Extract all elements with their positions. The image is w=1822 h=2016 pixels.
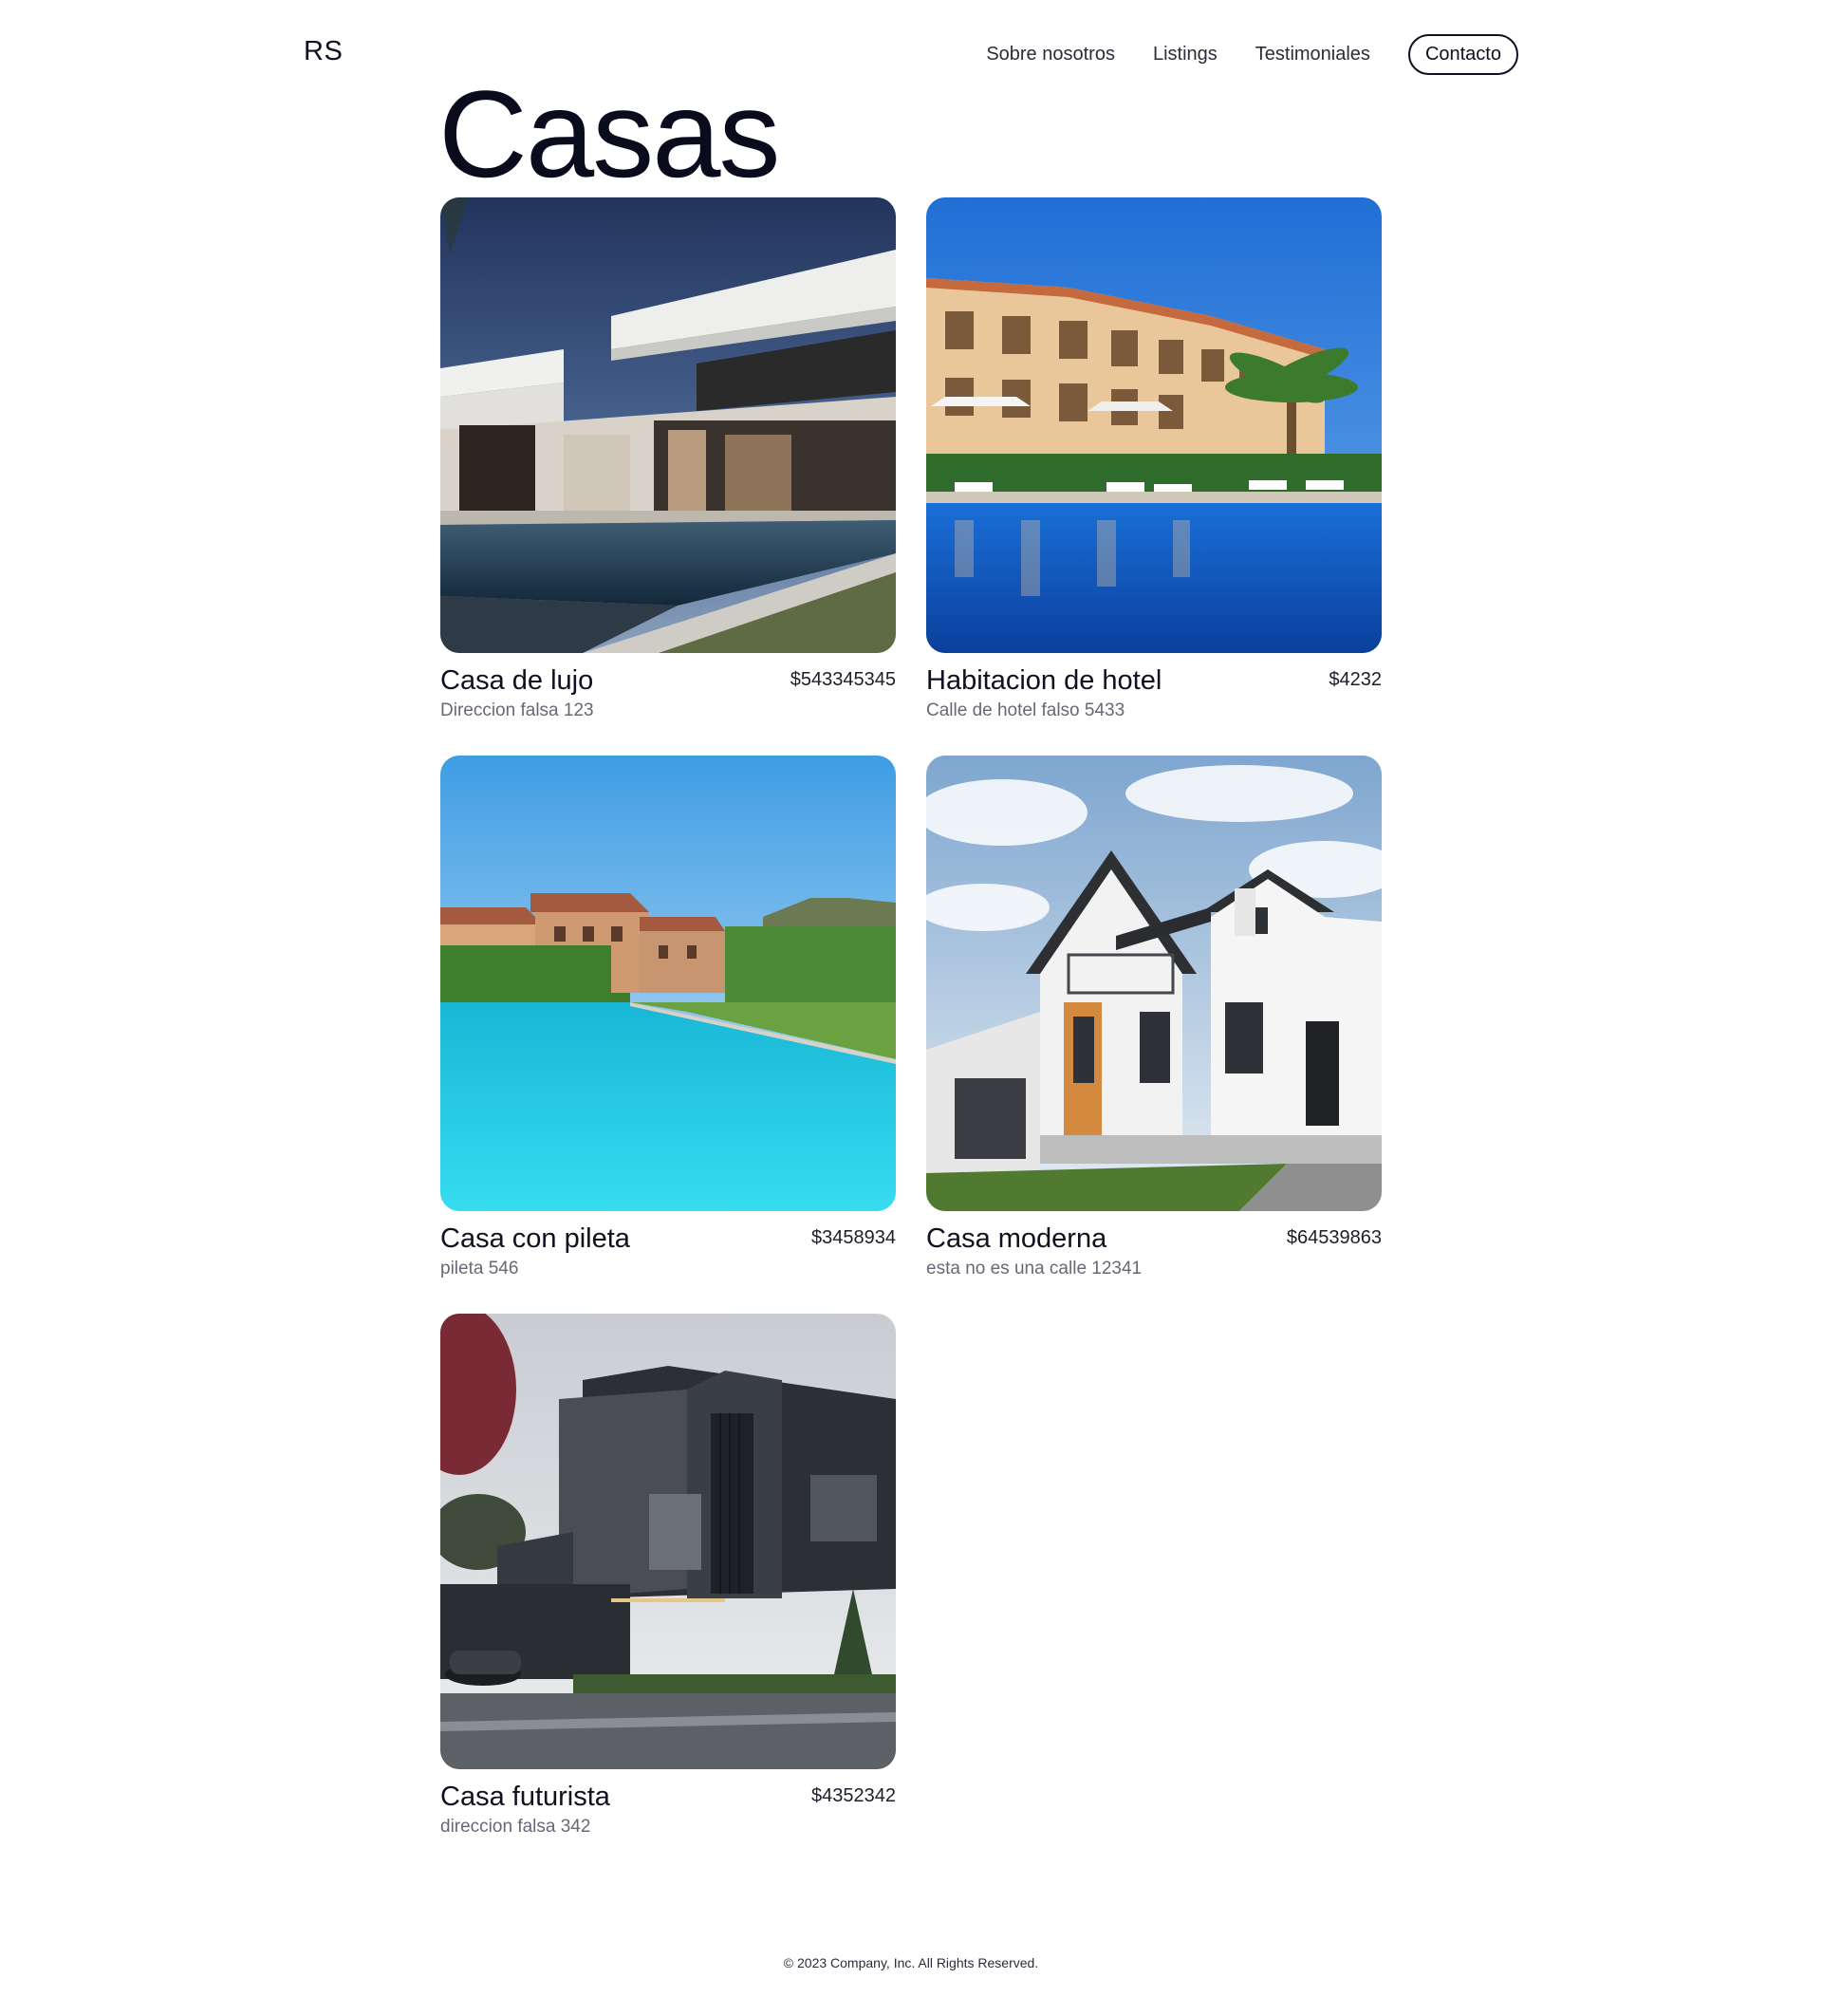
listing-address: pileta 546 — [440, 1258, 519, 1279]
listing-price: $543345345 — [790, 669, 896, 690]
site-footer: © 2023 Company, Inc. All Rights Reserved… — [0, 1955, 1822, 1970]
listing-price: $3458934 — [811, 1227, 896, 1248]
copyright-text: © 2023 Company, Inc. All Rights Reserved… — [783, 1955, 1039, 1970]
listing-image-luxury-villa[interactable] — [440, 197, 896, 653]
nav-link-testimoniales[interactable]: Testimoniales — [1255, 44, 1370, 65]
nav-link-sobre-nosotros[interactable]: Sobre nosotros — [986, 44, 1115, 65]
listing-header: Habitacion de hotel $4232 — [926, 665, 1382, 697]
listing-header: Casa futurista $4352342 — [440, 1782, 896, 1813]
listing-image-villa-pool[interactable] — [440, 756, 896, 1211]
listing-address: Direccion falsa 123 — [440, 700, 594, 720]
page-title: Casas — [438, 65, 780, 203]
listings-grid: Casa de lujo $543345345 Direccion falsa … — [440, 197, 1382, 1872]
listing-image-futuristic-house[interactable] — [440, 1314, 896, 1769]
listing-header: Casa moderna $64539863 — [926, 1223, 1382, 1255]
site-header: RS Sobre nosotros Listings Testimoniales… — [0, 0, 1822, 104]
listing-title: Casa futurista — [440, 1782, 610, 1812]
listing-address: Calle de hotel falso 5433 — [926, 700, 1125, 720]
listing-price: $64539863 — [1286, 1227, 1382, 1248]
listing-title: Casa de lujo — [440, 665, 594, 696]
listing-header: Casa de lujo $543345345 — [440, 665, 896, 697]
listing-card[interactable]: Casa futurista $4352342 direccion falsa … — [440, 1314, 896, 1872]
listing-title: Casa con pileta — [440, 1223, 630, 1254]
listing-card[interactable]: Casa moderna $64539863 esta no es una ca… — [926, 756, 1382, 1314]
listing-card[interactable]: Habitacion de hotel $4232 Calle de hotel… — [926, 197, 1382, 756]
nav-link-listings[interactable]: Listings — [1153, 44, 1218, 65]
listing-card[interactable]: Casa con pileta $3458934 pileta 546 — [440, 756, 896, 1314]
listing-title: Habitacion de hotel — [926, 665, 1162, 696]
listing-address: direccion falsa 342 — [440, 1816, 591, 1837]
page: RS Sobre nosotros Listings Testimoniales… — [0, 0, 1822, 2016]
main-nav: Sobre nosotros Listings Testimoniales Co… — [986, 34, 1518, 75]
contact-button[interactable]: Contacto — [1407, 34, 1518, 75]
listing-title: Casa moderna — [926, 1223, 1107, 1254]
listing-header: Casa con pileta $3458934 — [440, 1223, 896, 1255]
listing-card[interactable]: Casa de lujo $543345345 Direccion falsa … — [440, 197, 896, 756]
listing-image-modern-house[interactable] — [926, 756, 1382, 1211]
listing-address: esta no es una calle 12341 — [926, 1258, 1143, 1279]
listing-price: $4352342 — [811, 1785, 896, 1806]
logo[interactable]: RS — [304, 36, 343, 67]
listing-image-hotel[interactable] — [926, 197, 1382, 653]
listing-price: $4232 — [1329, 669, 1382, 690]
